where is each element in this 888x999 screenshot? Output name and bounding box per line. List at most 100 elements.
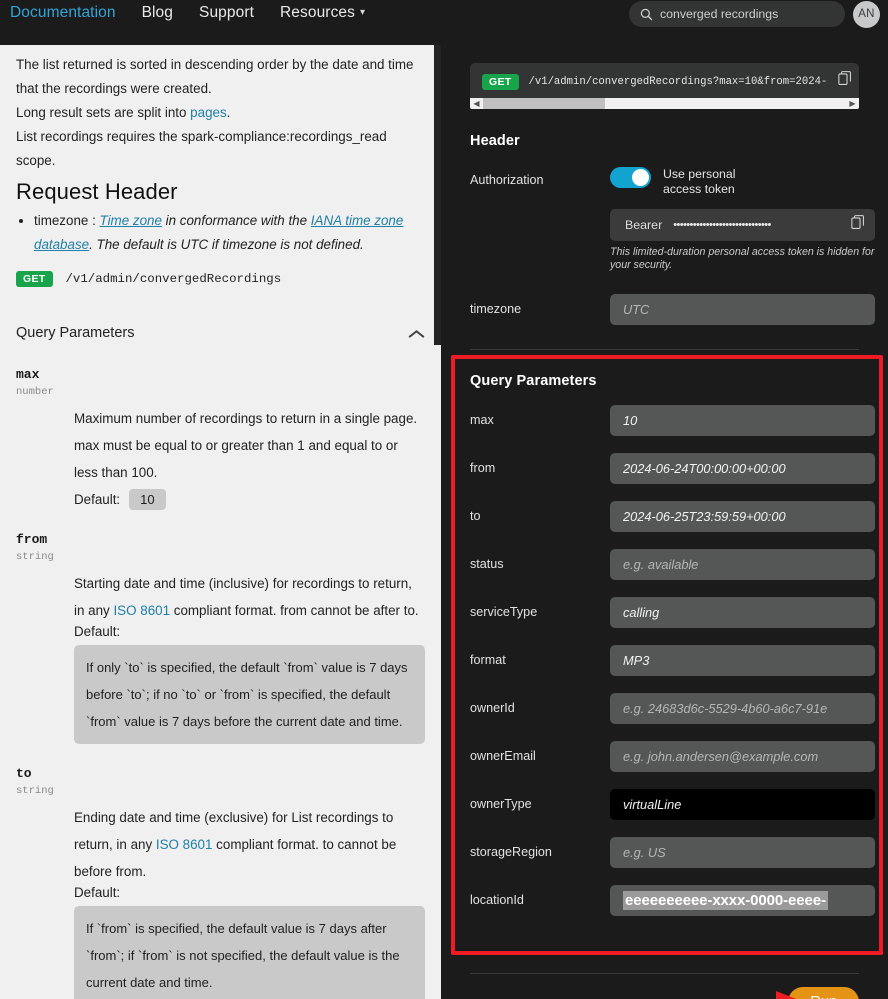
- doc-param-from-body: Starting date and time (inclusive) for r…: [74, 570, 425, 744]
- ownertype-input[interactable]: virtualLine: [610, 789, 875, 820]
- doc-param-from-name: from: [16, 532, 48, 547]
- nav-link-resources-label: Resources: [280, 4, 355, 21]
- scroll-right-arrow[interactable]: ▶: [846, 98, 859, 109]
- max-label: max: [470, 413, 494, 427]
- doc-param-to-callout: If `from` is specified, the default valu…: [74, 906, 425, 999]
- bearer-token-field[interactable]: Bearer ••••••••••••••••••••••••••••••: [610, 209, 875, 241]
- scroll-left-arrow[interactable]: ◀: [470, 98, 483, 109]
- request-url-scroll-track[interactable]: [483, 98, 846, 109]
- doc-param-from-callout: If only `to` is specified, the default `…: [74, 645, 425, 744]
- status-input[interactable]: e.g. available: [610, 549, 875, 580]
- time-zone-link[interactable]: Time zone: [100, 213, 162, 228]
- doc-param-from-type: string: [16, 551, 54, 563]
- timezone-param-name: timezone: [34, 213, 89, 228]
- to-input[interactable]: 2024-06-25T23:59:59+00:00: [610, 501, 875, 532]
- search-input[interactable]: converged recordings: [629, 1, 845, 27]
- from-label: from: [470, 461, 496, 475]
- search-input-value: converged recordings: [660, 7, 779, 21]
- field-row-to: to 2024-06-25T23:59:59+00:00: [441, 501, 888, 532]
- doc-intro-line-1: The list returned is sorted in descendin…: [16, 57, 414, 96]
- authorization-row: Authorization Use personal access token …: [441, 165, 888, 272]
- doc-endpoint: GET /v1/admin/convergedRecordings: [16, 271, 425, 287]
- chevron-up-icon[interactable]: [409, 329, 425, 338]
- doc-intro-line-2-pre: Long result sets are split into: [16, 105, 191, 120]
- run-bar: Run: [441, 973, 888, 999]
- doc-param-to-type: string: [16, 785, 54, 797]
- request-url-scroll-thumb[interactable]: [483, 98, 605, 109]
- nav-link-support[interactable]: Support: [199, 0, 254, 26]
- field-row-owneremail: ownerEmail e.g. john.andersen@example.co…: [441, 741, 888, 772]
- doc-param-max-desc: Maximum number of recordings to return i…: [74, 411, 418, 480]
- header-section-title: Header: [470, 133, 520, 149]
- timezone-bullet: timezone : Time zone in conformance with…: [34, 209, 425, 257]
- storageregion-input[interactable]: e.g. US: [610, 837, 875, 868]
- field-row-format: format MP3: [441, 645, 888, 676]
- use-personal-access-token-toggle[interactable]: [610, 167, 651, 188]
- timezone-control: UTC: [610, 294, 875, 325]
- http-method-badge: GET: [16, 271, 53, 287]
- doc-param-to-desc: Ending date and time (exclusive) for Lis…: [74, 804, 425, 885]
- servicetype-input[interactable]: calling: [610, 597, 875, 628]
- copy-token-icon[interactable]: [851, 214, 865, 236]
- bearer-token-note: This limited-duration personal access to…: [610, 246, 875, 271]
- status-label: status: [470, 557, 504, 571]
- authorization-label: Authorization: [470, 173, 544, 187]
- field-row-ownertype: ownerType virtualLine: [441, 789, 888, 820]
- doc-intro-line-2: Long result sets are split into pages.: [16, 101, 425, 125]
- field-row-servicetype: serviceType calling: [441, 597, 888, 628]
- timezone-colon: :: [88, 213, 100, 228]
- copy-url-icon[interactable]: [838, 71, 852, 92]
- personal-access-token-toggle-wrap: Use personal access token: [610, 165, 875, 197]
- doc-param-to: to string Ending date and time (exclusiv…: [16, 766, 425, 999]
- owneremail-input[interactable]: e.g. john.andersen@example.com: [610, 741, 875, 772]
- toggle-knob: [632, 169, 649, 186]
- field-row-from: from 2024-06-24T00:00:00+00:00: [441, 453, 888, 484]
- field-row-locationid: locationId eeeeeeeeee-xxxx-0000-eeee-: [441, 885, 888, 916]
- iso-8601-link-from[interactable]: ISO 8601: [113, 603, 170, 618]
- field-row-max: max 10: [441, 405, 888, 436]
- timezone-label: timezone: [470, 302, 522, 316]
- documentation-scrollbar[interactable]: [434, 45, 441, 999]
- iso-8601-link-to[interactable]: ISO 8601: [156, 837, 213, 852]
- timezone-input[interactable]: UTC: [610, 294, 875, 325]
- doc-param-max-type: number: [16, 386, 54, 398]
- format-label: format: [470, 653, 506, 667]
- avatar[interactable]: AN: [853, 0, 880, 28]
- request-url-text: /v1/admin/convergedRecordings?max=10&fro…: [528, 75, 829, 88]
- doc-param-from-desc: Starting date and time (inclusive) for r…: [74, 570, 425, 624]
- to-label: to: [470, 509, 481, 523]
- format-input[interactable]: MP3: [610, 645, 875, 676]
- nav-link-blog[interactable]: Blog: [142, 0, 173, 26]
- use-personal-access-token-label: Use personal access token: [663, 167, 736, 196]
- doc-query-parameters-section-header[interactable]: Query Parameters: [16, 325, 425, 345]
- section-divider-top: [470, 349, 859, 350]
- pages-link[interactable]: pages: [190, 105, 226, 120]
- search-icon: [640, 8, 653, 20]
- doc-param-max-default-value: 10: [129, 489, 166, 510]
- doc-param-to-default-label: Default:: [74, 885, 121, 900]
- doc-query-parameters-title: Query Parameters: [16, 325, 135, 341]
- locationid-label: locationId: [470, 893, 524, 907]
- doc-param-max-default-label: Default:: [74, 492, 121, 507]
- doc-intro-line-2-post: .: [226, 105, 231, 120]
- request-method-badge: GET: [482, 73, 519, 90]
- request-url-horizontal-scrollbar[interactable]: ◀ ▶: [470, 98, 859, 109]
- locationid-input[interactable]: eeeeeeeeee-xxxx-0000-eeee-: [610, 885, 875, 916]
- from-input[interactable]: 2024-06-24T00:00:00+00:00: [610, 453, 875, 484]
- endpoint-path: /v1/admin/convergedRecordings: [65, 272, 282, 286]
- timezone-mid-text: in conformance with the: [161, 213, 311, 228]
- bearer-label: Bearer: [625, 218, 663, 232]
- max-input[interactable]: 10: [610, 405, 875, 436]
- nav-link-documentation[interactable]: Documentation: [10, 0, 116, 26]
- request-url-row: GET /v1/admin/convergedRecordings?max=10…: [477, 70, 852, 98]
- field-row-ownerid: ownerId e.g. 24683d6c-5529-4b60-a6c7-91e: [441, 693, 888, 724]
- field-row-status: status e.g. available: [441, 549, 888, 580]
- run-row: Run: [441, 974, 888, 999]
- doc-param-from: from string Starting date and time (incl…: [16, 532, 425, 744]
- field-row-storageregion: storageRegion e.g. US: [441, 837, 888, 868]
- ownerid-input[interactable]: e.g. 24683d6c-5529-4b60-a6c7-91e: [610, 693, 875, 724]
- ownertype-label: ownerType: [470, 797, 532, 811]
- nav-link-resources[interactable]: Resources ▾: [280, 0, 365, 26]
- doc-param-max-default: Default: 10: [74, 489, 425, 510]
- documentation-scrollbar-thumb[interactable]: [434, 45, 441, 345]
